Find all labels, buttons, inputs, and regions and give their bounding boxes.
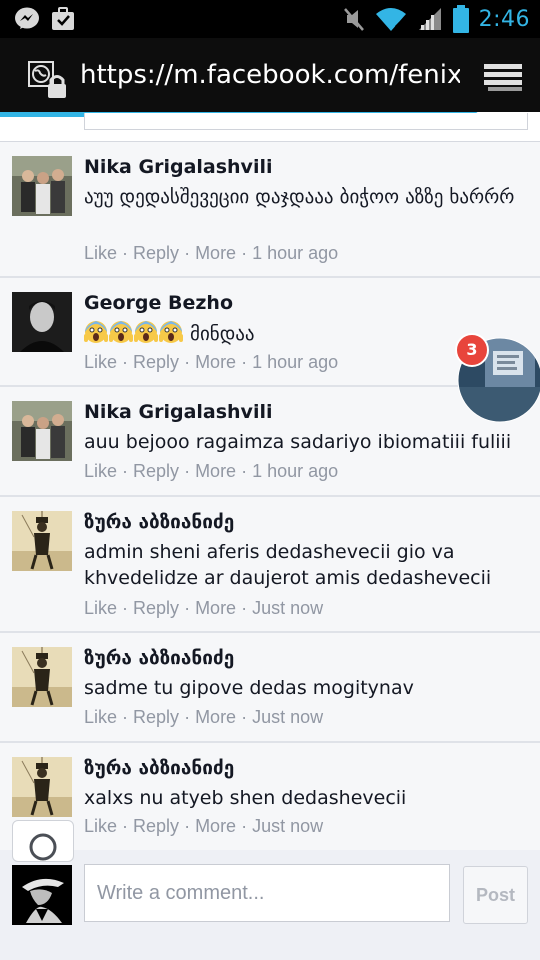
like-link[interactable]: Like bbox=[84, 461, 117, 481]
comment-timestamp: Just now bbox=[252, 816, 324, 836]
avatar[interactable] bbox=[12, 156, 72, 216]
comment-author[interactable]: ზურა აბზიანიძე bbox=[84, 647, 234, 669]
comment-author[interactable]: ზურა აბზიანიძე bbox=[84, 757, 234, 779]
like-link[interactable]: Like bbox=[84, 243, 117, 263]
more-link[interactable]: More bbox=[195, 816, 236, 836]
more-link[interactable]: More bbox=[195, 243, 236, 263]
briefcase-check-icon bbox=[52, 7, 74, 30]
more-link[interactable]: More bbox=[195, 598, 236, 618]
comment-item: ზურა აბზიანიძე admin sheni aferis dedash… bbox=[0, 497, 540, 633]
more-link[interactable]: More bbox=[195, 461, 236, 481]
comment-author[interactable]: Nika Grigalashvili bbox=[84, 156, 272, 178]
comment-actions: Like · Reply · More · 1 hour ago bbox=[84, 243, 339, 263]
comment-text: xalxs nu atyeb shen dedashevecii bbox=[84, 787, 407, 809]
comment-item: ზურა აბზიანიძე sadme tu gipove dedas mog… bbox=[0, 633, 540, 743]
url-field[interactable]: https://m.facebook.com/fenixg bbox=[80, 60, 460, 94]
comment-timestamp: 1 hour ago bbox=[252, 352, 339, 372]
comment-text: auu bejooo ragaimza sadariyo ibiomatiii … bbox=[84, 431, 512, 453]
comment-item: Nika Grigalashvili აუუ დედასშევეციი დაჯდ… bbox=[0, 142, 540, 278]
globe-lock-icon[interactable] bbox=[28, 60, 70, 100]
comment-timestamp: Just now bbox=[252, 707, 324, 727]
more-link[interactable]: More bbox=[195, 707, 236, 727]
comment-actions: Like · Reply · More · Just now bbox=[84, 707, 324, 727]
comment-input[interactable] bbox=[84, 864, 450, 922]
screaming-face-icon bbox=[134, 321, 158, 343]
like-link[interactable]: Like bbox=[84, 816, 117, 836]
comment-author[interactable]: Nika Grigalashvili bbox=[84, 401, 272, 423]
comment-text-body: მინდაა bbox=[190, 323, 255, 345]
comment-composer: Post bbox=[0, 850, 540, 960]
bottom-button-partial[interactable] bbox=[12, 820, 74, 862]
comment-actions: Like · Reply · More · 1 hour ago bbox=[84, 461, 339, 481]
screaming-face-icon bbox=[84, 321, 108, 343]
like-link[interactable]: Like bbox=[84, 352, 117, 372]
avatar[interactable] bbox=[12, 647, 72, 707]
chat-head-badge: 3 bbox=[455, 333, 489, 367]
mute-icon bbox=[343, 8, 364, 31]
avatar[interactable] bbox=[12, 511, 72, 571]
status-time: 2:46 bbox=[478, 6, 530, 32]
more-link[interactable]: More bbox=[195, 352, 236, 372]
status-bar: 2:46 bbox=[0, 0, 540, 38]
wifi-icon bbox=[375, 8, 406, 31]
avatar[interactable] bbox=[12, 292, 72, 352]
reply-link[interactable]: Reply bbox=[133, 816, 179, 836]
comment-text: მინდაა bbox=[84, 320, 520, 347]
comment-item: ზურა აბზიანიძე xalxs nu atyeb shen dedas… bbox=[0, 743, 540, 853]
reply-link[interactable]: Reply bbox=[133, 707, 179, 727]
battery-icon bbox=[452, 5, 469, 33]
comment-actions: Like · Reply · More · Just now bbox=[84, 598, 324, 618]
screaming-face-icon bbox=[159, 321, 183, 343]
messenger-icon bbox=[15, 7, 39, 29]
post-button[interactable]: Post bbox=[463, 866, 528, 924]
reply-link[interactable]: Reply bbox=[133, 598, 179, 618]
signal-icon bbox=[418, 8, 441, 30]
reply-link[interactable]: Reply bbox=[133, 243, 179, 263]
screaming-face-icon bbox=[109, 321, 133, 343]
my-avatar bbox=[12, 865, 72, 925]
comment-timestamp: 1 hour ago bbox=[252, 243, 339, 263]
comment-actions: Like · Reply · More · Just now bbox=[84, 816, 324, 836]
comment-text: admin sheni aferis dedashevecii gio va k… bbox=[84, 541, 492, 589]
emoji-group bbox=[84, 321, 190, 345]
comment-actions: Like · Reply · More · 1 hour ago bbox=[84, 352, 339, 372]
avatar[interactable] bbox=[12, 401, 72, 461]
comments-list: Nika Grigalashvili აუუ დედასშევეციი დაჯდ… bbox=[0, 113, 540, 960]
tabs-menu-icon[interactable] bbox=[484, 62, 522, 92]
comment-timestamp: 1 hour ago bbox=[252, 461, 339, 481]
previous-comment-remnant bbox=[0, 113, 540, 142]
like-link[interactable]: Like bbox=[84, 598, 117, 618]
search-icon bbox=[29, 833, 57, 861]
browser-url-bar: https://m.facebook.com/fenixg bbox=[0, 38, 540, 112]
like-link[interactable]: Like bbox=[84, 707, 117, 727]
comment-text: sadme tu gipove dedas mogitynav bbox=[84, 677, 414, 699]
comment-author[interactable]: ზურა აბზიანიძე bbox=[84, 511, 234, 533]
comment-timestamp: Just now bbox=[252, 598, 324, 618]
reply-link[interactable]: Reply bbox=[133, 461, 179, 481]
reply-link[interactable]: Reply bbox=[133, 352, 179, 372]
comment-author[interactable]: George Bezho bbox=[84, 292, 233, 314]
comment-text: აუუ დედასშევეციი დაჯდააა ბიჭოო აზზე ხარრ… bbox=[84, 186, 515, 208]
avatar[interactable] bbox=[12, 757, 72, 817]
